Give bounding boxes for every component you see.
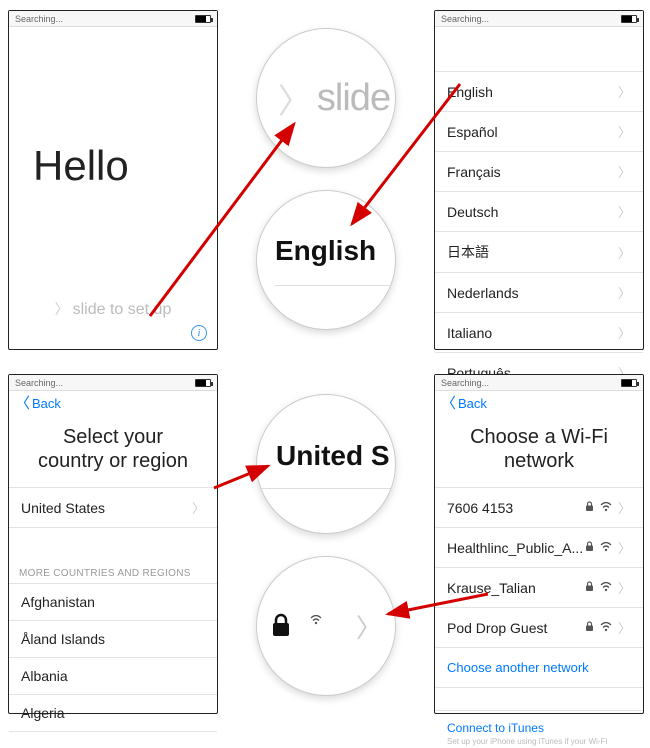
wifi-name: Healthlinc_Public_A... <box>447 540 583 556</box>
zoom-bubble-english: English <box>256 190 396 330</box>
lock-icon <box>585 621 594 635</box>
wifi-row[interactable]: Krause_Talian 〉 <box>435 568 643 608</box>
list-header: MORE COUNTRIES AND REGIONS <box>9 558 217 583</box>
wifi-icon <box>600 621 612 635</box>
chevron-right-icon: 〉 <box>618 82 631 101</box>
language-row[interactable]: Italiano 〉 <box>435 313 643 353</box>
wifi-icon <box>310 615 338 637</box>
language-row[interactable]: Nederlands 〉 <box>435 273 643 313</box>
page-title: Choose a Wi-Fi network <box>435 415 643 487</box>
chevron-right-icon: 〉 <box>618 618 631 637</box>
chevron-right-icon: 〉 <box>192 498 205 517</box>
chevron-right-icon: 〉 <box>618 498 631 517</box>
status-bar: Searching... <box>435 375 643 391</box>
back-label: Back <box>32 396 61 411</box>
battery-icon <box>195 15 211 23</box>
wifi-row[interactable]: Pod Drop Guest 〉 <box>435 608 643 648</box>
bubble-english-text: English <box>275 235 395 267</box>
chevron-right-icon: 〉 <box>618 202 631 221</box>
row-label: Italiano <box>447 325 492 341</box>
choose-another-network[interactable]: Choose another network <box>435 648 643 688</box>
row-label: Afghanistan <box>21 594 95 610</box>
row-label: English <box>447 84 493 100</box>
lock-icon <box>270 613 292 639</box>
chevron-right-icon: 〉 <box>618 162 631 181</box>
chevron-right-icon: 〉 <box>618 538 631 557</box>
bubble-slide-text: slide <box>317 77 390 120</box>
status-text: Searching... <box>15 14 63 24</box>
language-list: English 〉 Español 〉 Français 〉 Deutsch 〉 日本語… <box>435 71 643 393</box>
language-row[interactable]: 日本語 〉 <box>435 232 643 273</box>
chevron-right-icon: 〉 <box>618 578 631 597</box>
status-text: Searching... <box>441 378 489 388</box>
row-label: Nederlands <box>447 285 519 301</box>
wifi-icon <box>600 581 612 595</box>
wifi-row[interactable]: 7606 4153 〉 <box>435 487 643 528</box>
screen-region: Searching... 〈Back Select your country o… <box>8 374 218 714</box>
language-row[interactable]: Deutsch 〉 <box>435 192 643 232</box>
zoom-bubble-slide: 〉 slide <box>256 28 396 168</box>
lock-icon <box>585 581 594 595</box>
chevron-right-icon: 〉 <box>55 301 69 317</box>
region-row[interactable]: Albania <box>9 658 217 695</box>
footnote: Set up your iPhone using iTunes if your … <box>435 735 643 748</box>
chevron-right-icon: 〉 <box>618 122 631 141</box>
region-row[interactable]: Algeria <box>9 695 217 732</box>
back-button[interactable]: 〈Back <box>15 396 61 411</box>
wifi-icon <box>600 541 612 555</box>
battery-icon <box>621 379 637 387</box>
row-label: Algeria <box>21 705 65 721</box>
connect-itunes[interactable]: Connect to iTunes <box>435 710 643 735</box>
wifi-name: 7606 4153 <box>447 500 513 516</box>
status-bar: Searching... <box>9 375 217 391</box>
screen-hello: Searching... Hello 〉slide to set up i <box>8 10 218 350</box>
slide-label: slide to set up <box>73 301 172 318</box>
wifi-row[interactable]: Healthlinc_Public_A... 〉 <box>435 528 643 568</box>
row-label: Deutsch <box>447 204 498 220</box>
chevron-right-icon: 〉 <box>618 323 631 342</box>
back-label: Back <box>458 396 487 411</box>
status-bar: Searching... <box>9 11 217 27</box>
status-text: Searching... <box>15 378 63 388</box>
region-row[interactable]: Afghanistan <box>9 583 217 621</box>
wifi-icon <box>600 501 612 515</box>
region-row[interactable]: Åland Islands <box>9 621 217 658</box>
bubble-us-text: United S <box>276 440 396 472</box>
row-label: Français <box>447 164 501 180</box>
chevron-right-icon: 〉 <box>618 243 631 262</box>
page-title: Select your country or region <box>9 415 217 487</box>
back-button[interactable]: 〈Back <box>441 396 487 411</box>
row-label: Español <box>447 124 498 140</box>
battery-icon <box>621 15 637 23</box>
hello-text: Hello <box>9 27 217 190</box>
screen-language: Searching... English 〉 Español 〉 Français 〉… <box>434 10 644 350</box>
row-label: Åland Islands <box>21 631 105 647</box>
chevron-right-icon: 〉 <box>278 74 311 123</box>
nav-bar: 〈Back <box>435 391 643 415</box>
nav-bar: 〈Back <box>9 391 217 415</box>
chevron-right-icon: 〉 <box>618 283 631 302</box>
language-row[interactable]: Español 〉 <box>435 112 643 152</box>
slide-to-setup[interactable]: 〉slide to set up <box>9 299 217 319</box>
language-row[interactable]: English 〉 <box>435 71 643 112</box>
row-label: United States <box>21 500 105 516</box>
row-label: 日本語 <box>447 242 489 262</box>
row-label: Albania <box>21 668 68 684</box>
chevron-left-icon: 〈 <box>15 395 30 412</box>
battery-icon <box>195 379 211 387</box>
info-icon[interactable]: i <box>191 325 207 341</box>
zoom-bubble-icons: 〉 <box>256 556 396 696</box>
wifi-name: Krause_Talian <box>447 580 536 596</box>
screen-wifi: Searching... 〈Back Choose a Wi-Fi networ… <box>434 374 644 714</box>
language-row[interactable]: Français 〉 <box>435 152 643 192</box>
chevron-left-icon: 〈 <box>441 395 456 412</box>
status-text: Searching... <box>441 14 489 24</box>
zoom-bubble-united: United S <box>256 394 396 534</box>
lock-icon <box>585 501 594 515</box>
region-row-us[interactable]: United States 〉 <box>9 487 217 528</box>
wifi-name: Pod Drop Guest <box>447 620 547 636</box>
status-bar: Searching... <box>435 11 643 27</box>
lock-icon <box>585 541 594 555</box>
chevron-right-icon: 〉 <box>356 608 382 645</box>
